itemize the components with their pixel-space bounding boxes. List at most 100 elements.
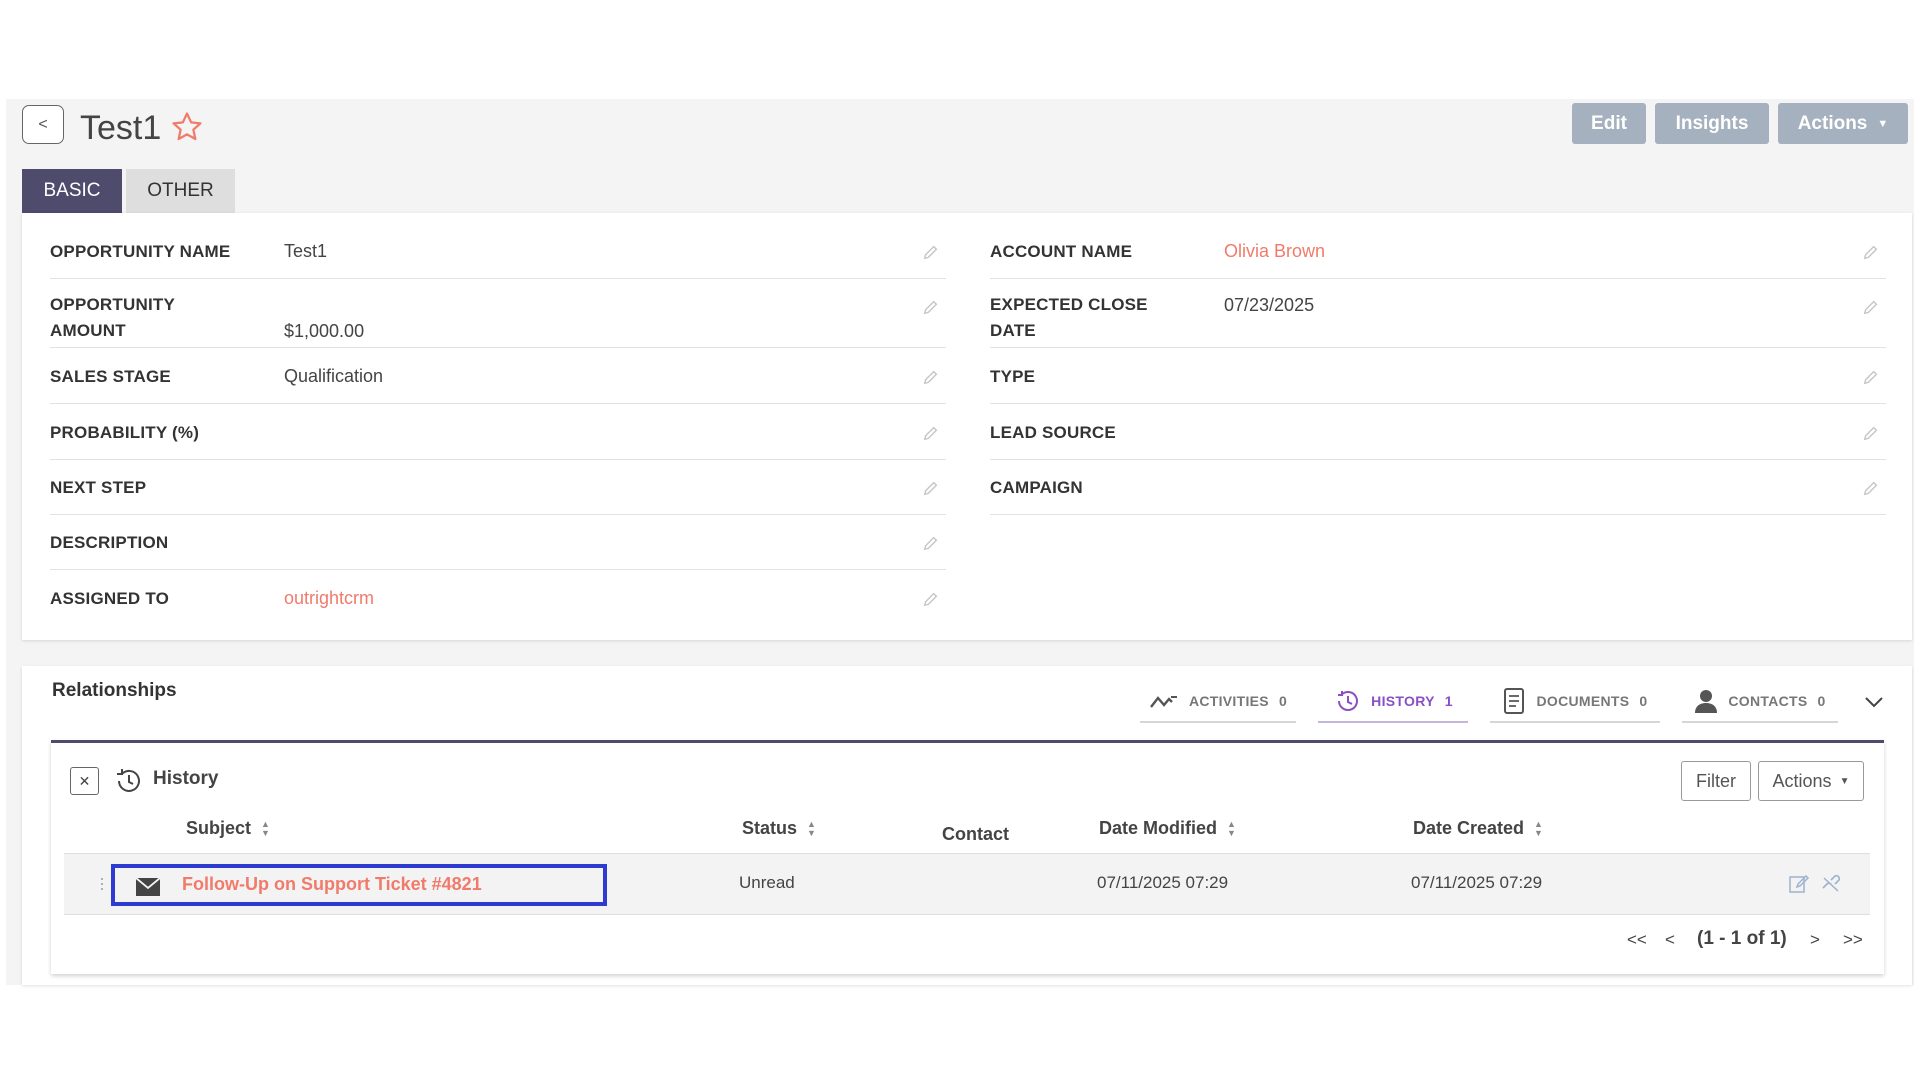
person-icon <box>1695 690 1718 713</box>
back-button[interactable]: < <box>22 105 64 144</box>
tab-history[interactable]: HISTORY 1 <box>1318 681 1468 723</box>
edit-button-label: Edit <box>1591 112 1627 134</box>
sort-icon: ▲ ▼ <box>807 818 816 838</box>
field-campaign: CAMPAIGN <box>990 473 1886 515</box>
filter-button[interactable]: Filter <box>1681 761 1751 801</box>
column-contact-label: Contact <box>942 824 1009 844</box>
tab-contacts[interactable]: CONTACTS 0 <box>1682 681 1838 723</box>
column-header-date-modified[interactable]: Date Modified ▲ ▼ <box>1099 818 1236 839</box>
field-sales-stage: SALES STAGE Qualification <box>50 362 946 404</box>
history-subject-link[interactable]: Follow-Up on Support Ticket #4821 <box>182 874 482 895</box>
tab-basic[interactable]: BASIC <box>22 169 122 213</box>
tab-activities[interactable]: ACTIVITIES 0 <box>1140 681 1296 723</box>
close-subpanel-button[interactable]: ✕ <box>70 767 99 795</box>
field-opportunity-amount: OPPORTUNITY AMOUNT $1,000.00 <box>50 290 946 348</box>
history-icon <box>1338 691 1359 711</box>
caret-down-icon: ▼ <box>1877 117 1889 130</box>
pencil-edit-icon[interactable] <box>922 298 940 316</box>
tab-documents-count: 0 <box>1639 693 1648 709</box>
pencil-edit-icon[interactable] <box>1862 243 1880 261</box>
field-label: ACCOUNT NAME <box>990 242 1133 261</box>
history-date-created: 07/11/2025 07:29 <box>1411 873 1543 892</box>
sort-icon: ▲ ▼ <box>261 818 270 838</box>
assigned-user-link[interactable]: outrightcrm <box>284 585 374 611</box>
pencil-edit-icon[interactable] <box>922 590 940 608</box>
pencil-edit-icon[interactable] <box>1862 368 1880 386</box>
tab-other[interactable]: OTHER <box>126 169 235 213</box>
field-label: OPPORTUNITY AMOUNT <box>50 295 175 340</box>
field-label: SALES STAGE <box>50 367 171 386</box>
field-label: TYPE <box>990 367 1036 386</box>
field-value: Qualification <box>284 366 384 386</box>
field-account-name: ACCOUNT NAME Olivia Brown <box>990 237 1886 279</box>
field-next-step: NEXT STEP <box>50 473 946 515</box>
field-label: LEAD SOURCE <box>990 423 1116 442</box>
field-description: DESCRIPTION <box>50 528 946 570</box>
pencil-edit-icon[interactable] <box>922 534 940 552</box>
field-label: OPPORTUNITY NAME <box>50 242 231 261</box>
pencil-edit-icon[interactable] <box>1862 424 1880 442</box>
tab-contacts-label: CONTACTS <box>1728 693 1808 709</box>
tab-activities-count: 0 <box>1278 693 1288 709</box>
envelope-icon <box>135 877 161 896</box>
field-value: $1,000.00 <box>284 321 365 341</box>
tab-documents-label: DOCUMENTS <box>1536 693 1630 709</box>
pencil-edit-icon[interactable] <box>922 243 940 261</box>
field-label: ASSIGNED TO <box>50 589 170 608</box>
pencil-edit-icon[interactable] <box>922 368 940 386</box>
field-assigned-to: ASSIGNED TO outrightcrm <box>50 584 946 626</box>
sort-icon: ▲ ▼ <box>1534 818 1543 838</box>
actions-dropdown-button[interactable]: Actions ▼ <box>1778 103 1908 144</box>
actions-button-label: Actions <box>1797 112 1868 134</box>
column-header-date-created[interactable]: Date Created ▲ ▼ <box>1413 818 1543 839</box>
field-value: Test1 <box>284 241 328 261</box>
edit-button[interactable]: Edit <box>1572 103 1646 144</box>
field-lead-source: LEAD SOURCE <box>990 418 1886 460</box>
pencil-edit-icon[interactable] <box>922 479 940 497</box>
activity-line-icon <box>1149 696 1177 708</box>
column-header-subject[interactable]: Subject ▲ ▼ <box>186 818 270 839</box>
unlink-icon[interactable] <box>1820 874 1842 894</box>
history-icon <box>117 769 140 792</box>
history-date-modified: 07/11/2025 07:29 <box>1097 873 1229 892</box>
tab-history-label: HISTORY <box>1371 693 1435 709</box>
field-label: EXPECTED CLOSE DATE <box>990 295 1148 340</box>
column-header-contact: Contact <box>942 824 1009 845</box>
column-header-status[interactable]: Status ▲ ▼ <box>742 818 816 839</box>
document-icon <box>1504 688 1525 714</box>
drag-handle-icon[interactable] <box>100 876 104 892</box>
star-favorite-icon[interactable] <box>170 110 204 144</box>
field-label: CAMPAIGN <box>990 478 1083 497</box>
history-title: History <box>153 768 219 789</box>
field-opportunity-name: OPPORTUNITY NAME Test1 <box>50 237 946 279</box>
history-actions-button[interactable]: Actions ▼ <box>1758 761 1864 801</box>
field-value: 07/23/2025 <box>1224 295 1315 315</box>
edit-icon[interactable] <box>1788 874 1810 894</box>
pencil-edit-icon[interactable] <box>922 424 940 442</box>
chevron-down-icon[interactable] <box>1862 690 1886 714</box>
column-date-modified-label: Date Modified <box>1099 818 1218 838</box>
first-page-button[interactable]: << <box>1627 930 1647 950</box>
filter-button-label: Filter <box>1696 770 1736 791</box>
pencil-edit-icon[interactable] <box>1862 479 1880 497</box>
history-actions-label: Actions <box>1772 770 1832 791</box>
field-label: PROBABILITY (%) <box>50 423 200 442</box>
pagination-info: (1 - 1 of 1) <box>1697 928 1787 949</box>
field-expected-close-date: EXPECTED CLOSE DATE 07/23/2025 <box>990 290 1886 348</box>
account-name-link[interactable]: Olivia Brown <box>1224 238 1325 264</box>
field-label: DESCRIPTION <box>50 533 169 552</box>
prev-page-button[interactable]: < <box>1665 930 1675 950</box>
relationships-title: Relationships <box>52 680 177 701</box>
tab-documents[interactable]: DOCUMENTS 0 <box>1490 681 1660 723</box>
caret-down-icon: ▼ <box>1839 775 1850 787</box>
field-label: NEXT STEP <box>50 478 147 497</box>
tab-contacts-count: 0 <box>1817 693 1826 709</box>
last-page-button[interactable]: >> <box>1843 930 1863 950</box>
tab-activities-label: ACTIVITIES <box>1188 693 1269 709</box>
field-type: TYPE <box>990 362 1886 404</box>
column-subject-label: Subject <box>186 818 252 838</box>
pencil-edit-icon[interactable] <box>1862 298 1880 316</box>
next-page-button[interactable]: > <box>1810 930 1820 950</box>
tab-history-count: 1 <box>1444 693 1453 709</box>
insights-button[interactable]: Insights <box>1655 103 1769 144</box>
